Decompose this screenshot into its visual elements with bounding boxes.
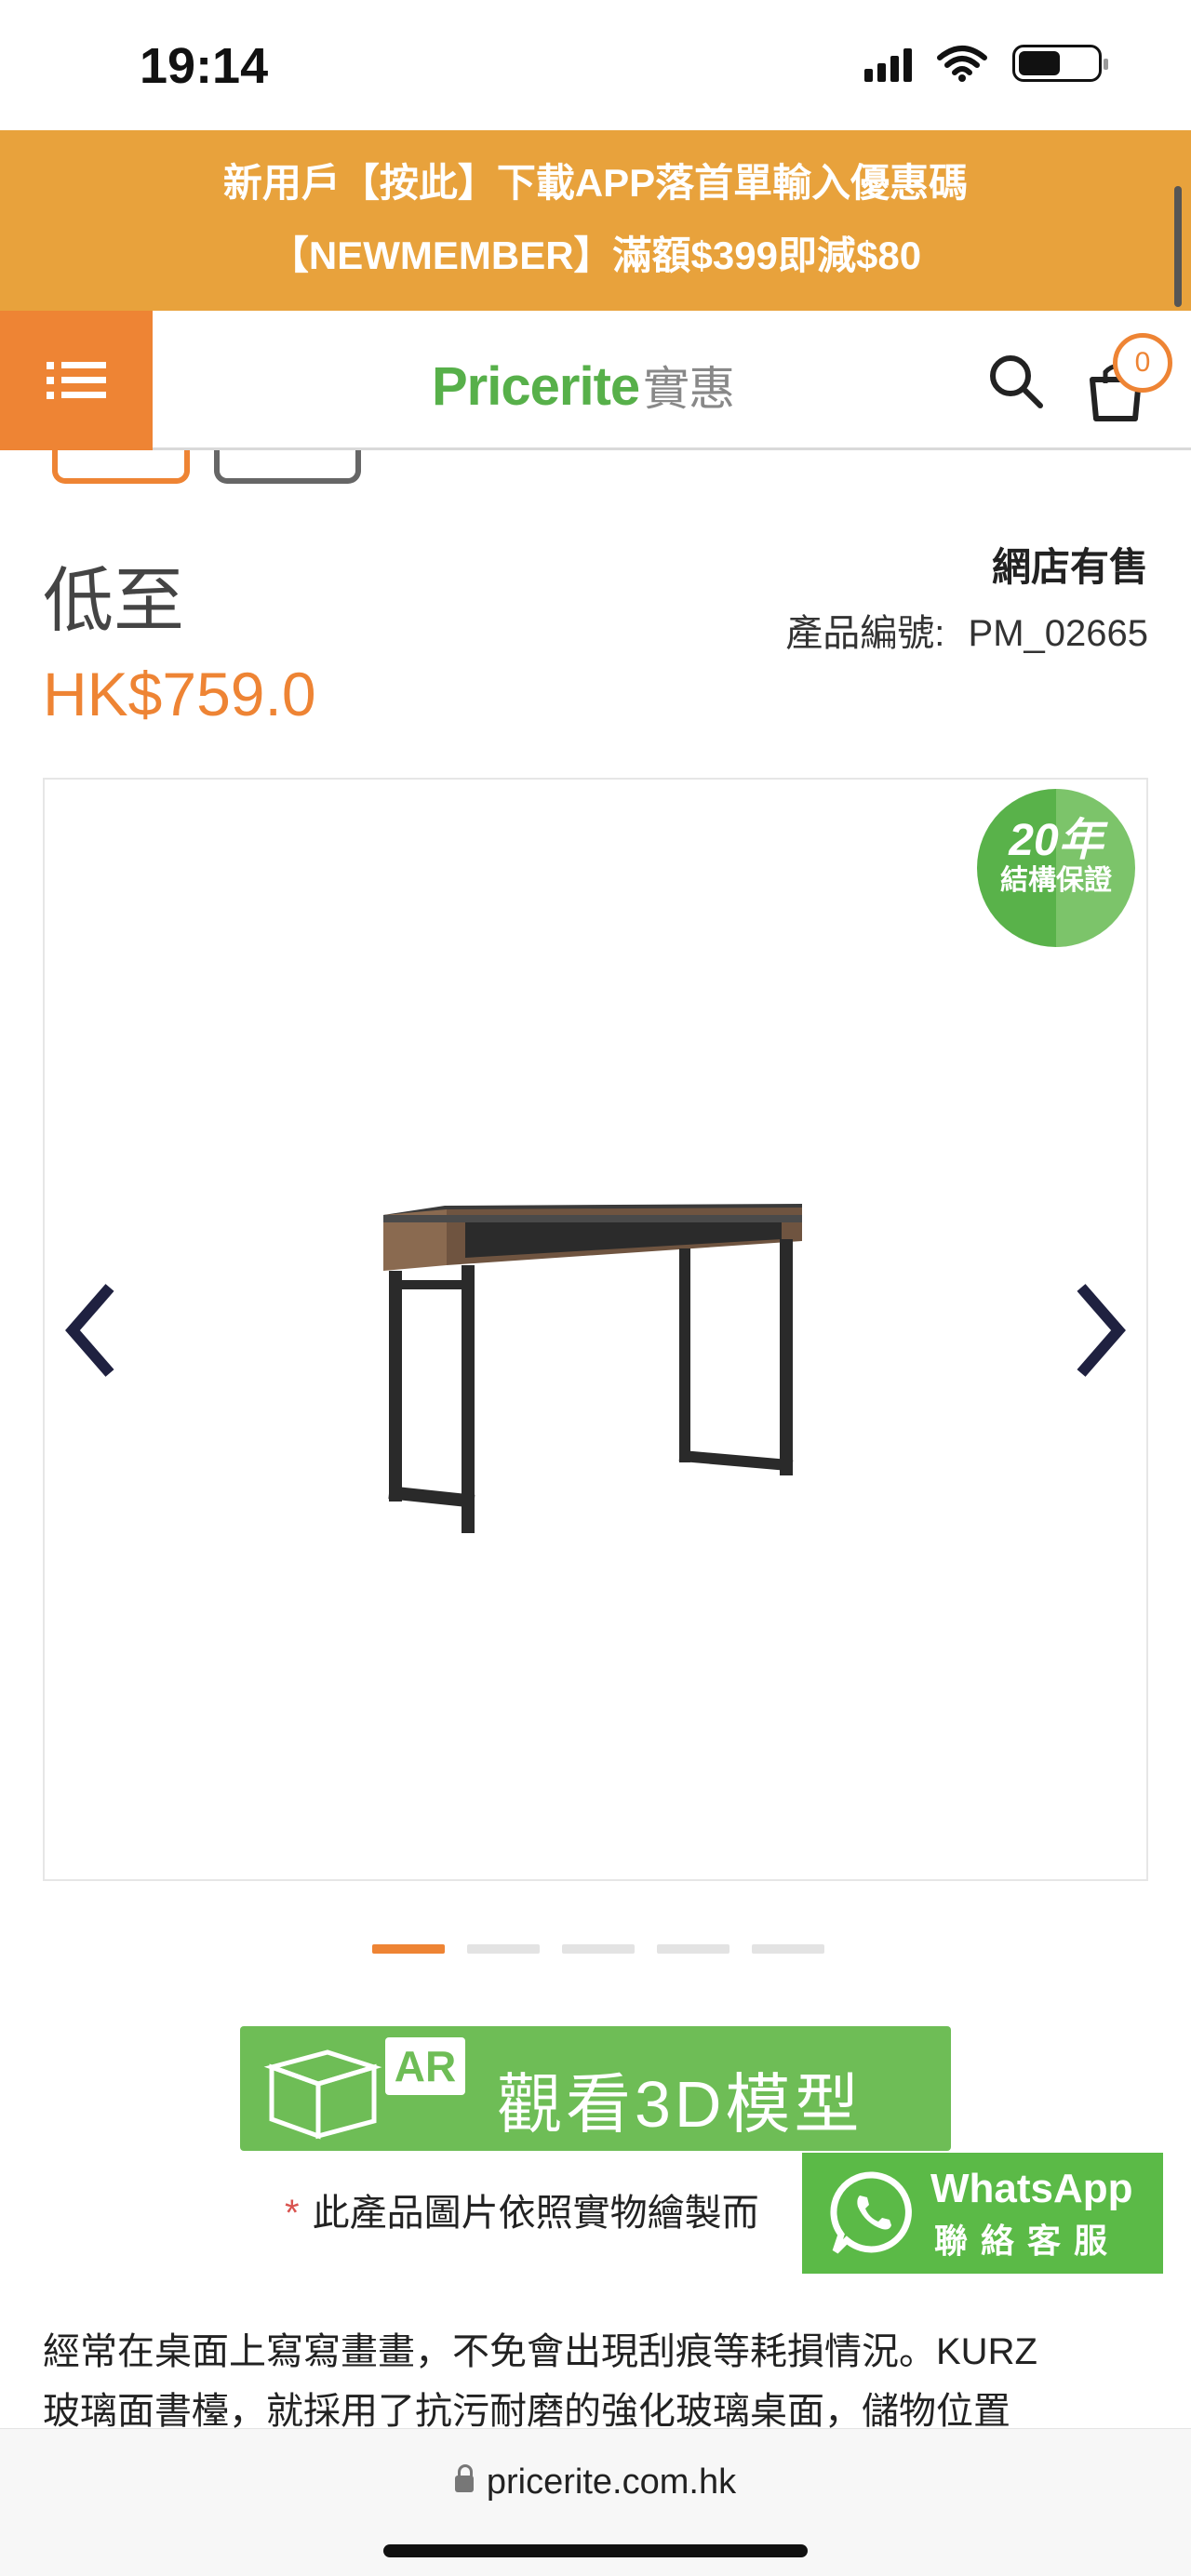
menu-icon [47, 362, 106, 399]
pagination-dot[interactable] [467, 1944, 540, 1954]
description-line-1: 經常在桌面上寫寫畫畫，不免會出現刮痕等耗損情況。KURZ [43, 2331, 1037, 2372]
online-only-label: 網店有售 [991, 545, 1148, 589]
tag-gray [214, 450, 361, 484]
promo-line-1: 新用戶【按此】下載APP落首單輸入優惠碼 [222, 161, 969, 205]
disclaimer-text: 此產品圖片依照實物繪製而 [312, 2193, 759, 2234]
image-disclaimer: * 此產品圖片依照實物繪製而 [285, 2182, 759, 2236]
warranty-badge: 20年 結構保證 [977, 789, 1135, 947]
cube-icon [263, 2049, 382, 2140]
url-text: pricerite.com.hk [486, 2463, 737, 2502]
whatsapp-icon [830, 2171, 912, 2254]
product-code-value: PM_02665 [968, 613, 1148, 654]
site-logo[interactable]: Pricerite實惠 [432, 352, 735, 419]
lock-icon [454, 2463, 474, 2492]
carousel-pagination [372, 1944, 824, 1954]
warranty-text: 結構保證 [1000, 865, 1112, 896]
product-image [383, 1204, 802, 1533]
tag-orange [52, 450, 190, 484]
page-scrollbar[interactable] [1174, 186, 1182, 307]
pagination-dot[interactable] [372, 1944, 445, 1954]
pagination-dot[interactable] [752, 1944, 824, 1954]
whatsapp-subtitle: 聯絡客服 [934, 2222, 1121, 2260]
wifi-icon [937, 46, 987, 82]
chevron-left-icon[interactable] [56, 1275, 130, 1386]
pagination-dot[interactable] [657, 1944, 729, 1954]
product-tags [52, 450, 361, 484]
product-code-label: 產品編號: [785, 613, 945, 654]
search-icon[interactable] [986, 352, 1046, 411]
status-icons [864, 45, 1108, 82]
promo-banner[interactable]: 新用戶【按此】下載APP落首單輸入優惠碼 【NEWMEMBER】滿額$399即減… [0, 130, 1191, 311]
chevron-right-icon[interactable] [1061, 1275, 1135, 1386]
signal-icon [864, 45, 912, 82]
product-name: 低至 [43, 562, 184, 641]
ar-badge: AR [385, 2037, 465, 2095]
home-indicator[interactable] [383, 2544, 808, 2557]
cart-count-badge[interactable]: 0 [1113, 333, 1172, 393]
promo-line-2: 【NEWMEMBER】滿額$399即減$80 [269, 234, 922, 277]
status-bar: 19:14 [0, 0, 1191, 130]
battery-icon [1012, 45, 1108, 82]
product-price: HK$759.0 [43, 660, 316, 728]
url-display[interactable]: pricerite.com.hk [0, 2463, 1191, 2503]
logo-text-en: Pricerite [432, 356, 640, 417]
warranty-years: 20年 [1009, 816, 1104, 865]
whatsapp-title: WhatsApp [930, 2166, 1133, 2211]
product-description: 經常在桌面上寫寫畫畫，不免會出現刮痕等耗損情況。KURZ 玻璃面書檯，就採用了抗… [43, 2322, 1148, 2441]
disclaimer-asterisk: * [285, 2193, 300, 2234]
logo-text-zh: 實惠 [643, 363, 735, 415]
status-time: 19:14 [140, 38, 269, 94]
ar-button-label: 觀看3D模型 [497, 2068, 863, 2141]
ar-view-3d-button[interactable]: AR 觀看3D模型 [240, 2026, 951, 2151]
product-code: 產品編號: PM_02665 [785, 603, 1148, 657]
whatsapp-contact-button[interactable]: WhatsApp 聯絡客服 [802, 2153, 1163, 2274]
pagination-dot[interactable] [562, 1944, 635, 1954]
site-header: Pricerite實惠 [0, 311, 1191, 450]
menu-button[interactable] [0, 311, 153, 450]
browser-url-bar[interactable]: pricerite.com.hk [0, 2428, 1191, 2576]
